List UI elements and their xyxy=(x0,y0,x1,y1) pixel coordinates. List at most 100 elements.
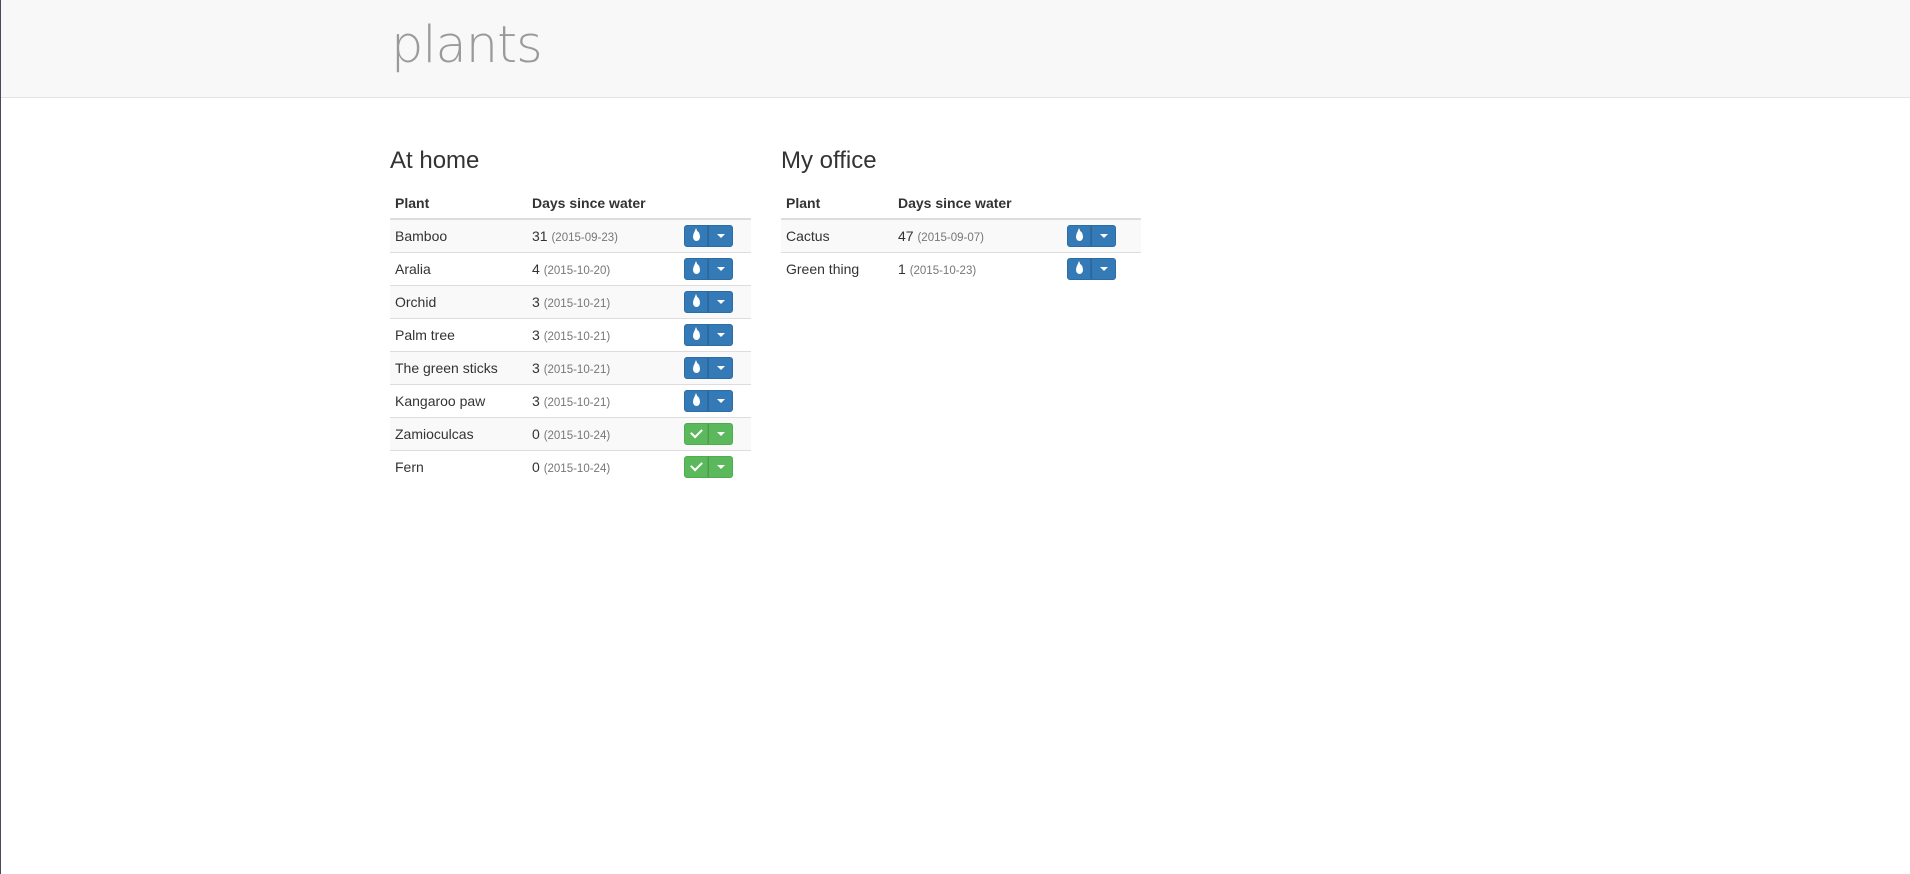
water-button[interactable] xyxy=(684,389,708,412)
days-since-water-cell: 0 (2015-10-24) xyxy=(527,449,679,483)
last-watered-date: (2015-10-21) xyxy=(543,396,611,409)
days-since-water-cell: 0 (2015-10-24) xyxy=(527,416,679,450)
table-row: Green thing 1 (2015-10-23) xyxy=(781,251,1141,285)
plants-table-office-body: Cactus 47 (2015-09-07) Green thing 1 (2015-… xyxy=(781,218,1141,285)
water-button[interactable] xyxy=(684,356,708,379)
table-row: Cactus 47 (2015-09-07) xyxy=(781,218,1141,252)
last-watered-date: (2015-10-21) xyxy=(543,330,611,343)
dropdown-toggle-button[interactable] xyxy=(708,323,733,346)
plants-table-office: Plant Days since water Cactus 47 (2015-09… xyxy=(781,187,1141,285)
tint-icon xyxy=(692,359,700,373)
actions-cell xyxy=(679,251,751,285)
column-header-actions xyxy=(1062,187,1141,220)
plant-name: Aralia xyxy=(390,251,527,285)
dropdown-toggle-button[interactable] xyxy=(708,356,733,379)
last-watered-date: (2015-10-24) xyxy=(543,462,611,475)
tint-icon xyxy=(692,392,700,406)
caret-down-icon xyxy=(716,266,725,271)
plant-name: Bamboo xyxy=(390,218,527,252)
section-at-home: At home Plant Days since water Bamboo 31 … xyxy=(390,144,751,483)
tint-icon xyxy=(692,227,700,241)
section-title-at-home: At home xyxy=(390,147,480,174)
last-watered-date: (2015-10-20) xyxy=(543,264,611,277)
table-row: Zamioculcas 0 (2015-10-24) xyxy=(390,416,751,450)
plant-name: Palm tree xyxy=(390,317,527,351)
dropdown-toggle-button[interactable] xyxy=(708,257,733,280)
days-count: 47 xyxy=(898,227,914,244)
last-watered-date: (2015-10-21) xyxy=(543,363,611,376)
app-brand[interactable]: plants xyxy=(391,14,543,78)
caret-down-icon xyxy=(716,332,725,337)
water-button-group xyxy=(684,356,733,379)
plant-name: Fern xyxy=(390,449,527,483)
actions-cell xyxy=(1062,251,1141,285)
dropdown-toggle-button[interactable] xyxy=(1091,257,1116,280)
water-button[interactable] xyxy=(1067,257,1091,280)
tint-icon xyxy=(1075,260,1083,274)
days-since-water-cell: 31 (2015-09-23) xyxy=(527,218,679,252)
column-header-days: Days since water xyxy=(527,187,679,220)
days-since-water-cell: 4 (2015-10-20) xyxy=(527,251,679,285)
days-count: 3 xyxy=(532,392,540,409)
actions-cell xyxy=(679,317,751,351)
water-button[interactable] xyxy=(684,257,708,280)
table-row: Kangaroo paw 3 (2015-10-21) xyxy=(390,383,751,417)
table-header-row: Plant Days since water xyxy=(390,187,751,220)
table-row: Fern 0 (2015-10-24) xyxy=(390,449,751,483)
plant-name: Green thing xyxy=(781,251,893,285)
caret-down-icon xyxy=(716,299,725,304)
tint-icon xyxy=(692,260,700,274)
dropdown-toggle-button[interactable] xyxy=(708,224,733,247)
water-button-group xyxy=(684,257,733,280)
tint-icon xyxy=(692,293,700,307)
water-button-group xyxy=(684,389,733,412)
caret-down-icon xyxy=(716,233,725,238)
water-button-group xyxy=(1067,224,1116,247)
plant-name: Zamioculcas xyxy=(390,416,527,450)
table-row: Aralia 4 (2015-10-20) xyxy=(390,251,751,285)
days-count: 3 xyxy=(532,293,540,310)
water-button-group xyxy=(684,422,733,445)
last-watered-date: (2015-10-24) xyxy=(543,429,611,442)
days-count: 4 xyxy=(532,260,540,277)
dropdown-toggle-button[interactable] xyxy=(1091,224,1116,247)
water-button[interactable] xyxy=(684,323,708,346)
caret-down-icon xyxy=(1099,233,1108,238)
plant-name: Cactus xyxy=(781,218,893,252)
days-count: 31 xyxy=(532,227,548,244)
caret-down-icon xyxy=(716,398,725,403)
table-row: Orchid 3 (2015-10-21) xyxy=(390,284,751,318)
dropdown-toggle-button[interactable] xyxy=(708,455,733,478)
last-watered-date: (2015-10-23) xyxy=(909,264,977,277)
water-button[interactable] xyxy=(1067,224,1091,247)
dropdown-toggle-button[interactable] xyxy=(708,389,733,412)
tint-icon xyxy=(692,326,700,340)
days-since-water-cell: 3 (2015-10-21) xyxy=(527,350,679,384)
column-header-plant: Plant xyxy=(390,187,527,220)
column-header-actions xyxy=(679,187,751,220)
plants-table-home: Plant Days since water Bamboo 31 (2015-09… xyxy=(390,187,751,483)
days-since-water-cell: 3 (2015-10-21) xyxy=(527,317,679,351)
check-icon xyxy=(689,458,703,472)
water-button-group xyxy=(684,455,733,478)
last-watered-date: (2015-09-07) xyxy=(917,231,984,244)
last-watered-date: (2015-10-21) xyxy=(543,297,611,310)
water-button[interactable] xyxy=(684,290,708,313)
actions-cell xyxy=(679,449,751,483)
column-header-days: Days since water xyxy=(893,187,1062,220)
water-button-group xyxy=(684,224,733,247)
plant-name: Orchid xyxy=(390,284,527,318)
dropdown-toggle-button[interactable] xyxy=(708,290,733,313)
actions-cell xyxy=(679,284,751,318)
water-button[interactable] xyxy=(684,224,708,247)
days-count: 3 xyxy=(532,326,540,343)
dropdown-toggle-button[interactable] xyxy=(708,422,733,445)
actions-cell xyxy=(679,383,751,417)
column-header-plant: Plant xyxy=(781,187,893,220)
plant-name: Kangaroo paw xyxy=(390,383,527,417)
navbar: plants xyxy=(1,0,1910,98)
actions-cell xyxy=(679,416,751,450)
days-since-water-cell: 3 (2015-10-21) xyxy=(527,383,679,417)
watered-button[interactable] xyxy=(684,455,708,478)
watered-button[interactable] xyxy=(684,422,708,445)
